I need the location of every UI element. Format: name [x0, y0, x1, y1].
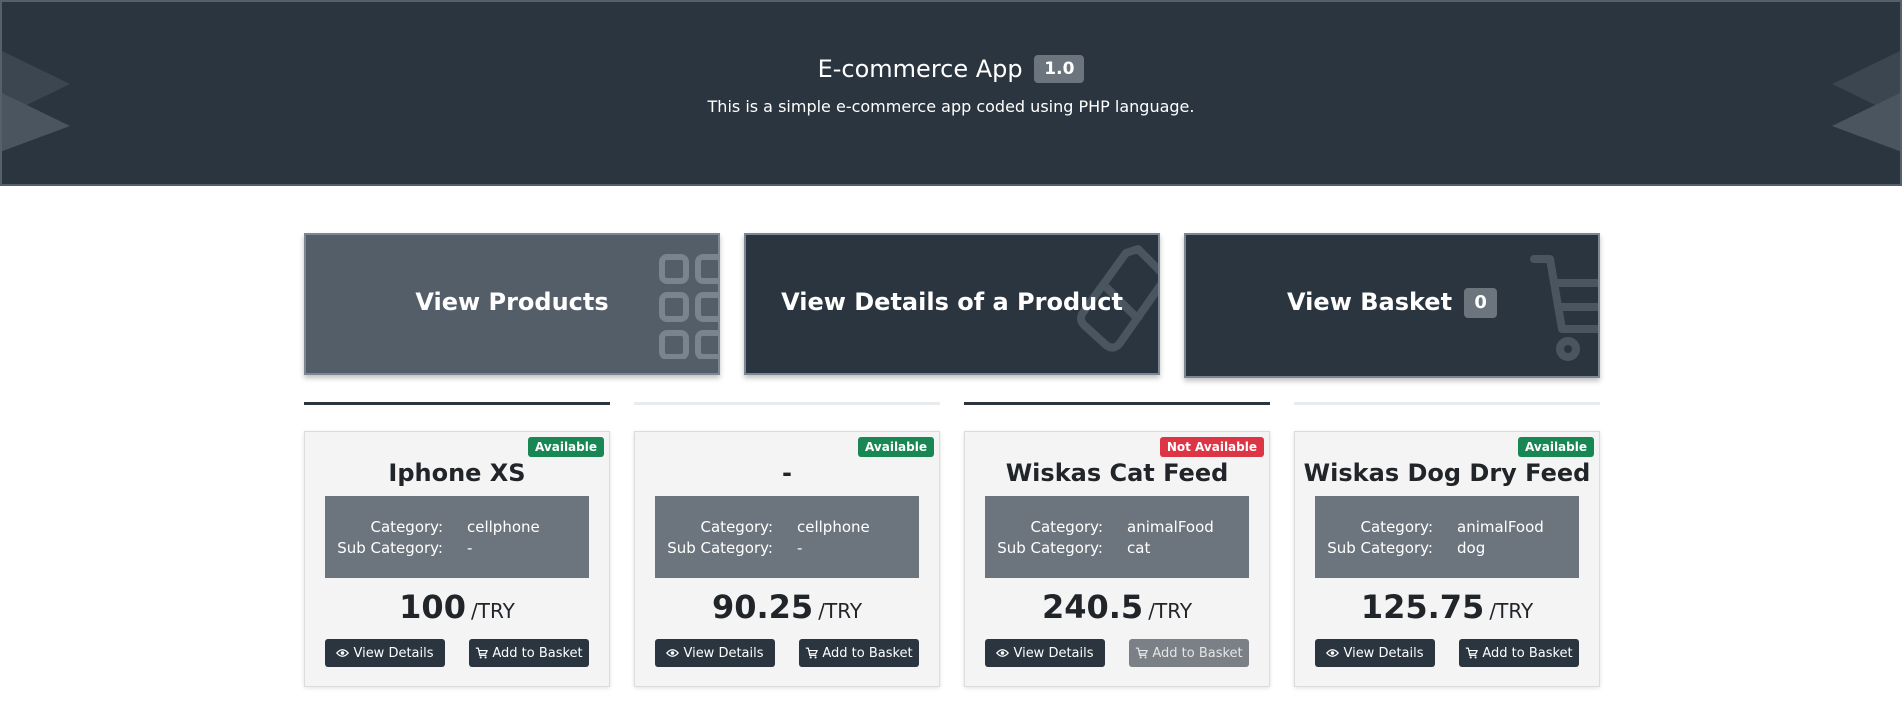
- eye-icon: [336, 649, 350, 657]
- subcategory-key: Sub Category:: [1327, 539, 1433, 557]
- subcategory-value: -: [797, 539, 803, 557]
- cart-icon: [1466, 647, 1479, 659]
- price-currency: /TRY: [818, 599, 863, 623]
- cart-icon: [806, 647, 819, 659]
- product-price: 90.25 /TRY: [635, 588, 939, 626]
- price-currency: /TRY: [1148, 599, 1193, 623]
- product-card: Available Wiskas Dog Dry Feed Category: …: [1294, 431, 1600, 687]
- product-card: Not Available Wiskas Cat Feed Category: …: [964, 431, 1270, 687]
- product-info-box: Category: cellphone Sub Category: -: [655, 496, 919, 578]
- product-price: 100 /TRY: [305, 588, 609, 626]
- product-card: Available Iphone XS Category: cellphone …: [304, 431, 610, 687]
- page-header: E-commerce App 1.0 This is a simple e-co…: [0, 0, 1902, 186]
- subcategory-key: Sub Category:: [997, 539, 1103, 557]
- category-value: animalFood: [1457, 518, 1544, 536]
- subcategory-row: Sub Category: -: [655, 538, 919, 558]
- product-name: -: [782, 459, 792, 487]
- view-details-button[interactable]: View Details: [1315, 639, 1435, 667]
- subcategory-row: Sub Category: dog: [1315, 538, 1579, 558]
- eye-icon: [1326, 649, 1340, 657]
- category-key: Category:: [1360, 518, 1433, 536]
- subcategory-value: -: [467, 539, 473, 557]
- add-to-basket-label: Add to Basket: [822, 645, 913, 661]
- price-currency: /TRY: [1489, 599, 1534, 623]
- product-name: Iphone XS: [388, 459, 526, 487]
- cart-icon: [476, 647, 489, 659]
- subcategory-value: cat: [1127, 539, 1151, 557]
- product-name: Wiskas Cat Feed: [1005, 459, 1229, 487]
- view-details-button[interactable]: View Details: [985, 639, 1105, 667]
- divider: [304, 402, 610, 405]
- view-basket-tile[interactable]: View Basket 0: [1184, 233, 1600, 378]
- product-info-box: Category: animalFood Sub Category: cat: [985, 496, 1249, 578]
- status-badge: Available: [858, 437, 934, 457]
- view-details-label: View Details: [683, 645, 764, 661]
- price-amount: 240.5: [1041, 588, 1144, 626]
- app-title: E-commerce App 1.0: [2, 52, 1900, 86]
- subcategory-row: Sub Category: cat: [985, 538, 1249, 558]
- subcategory-key: Sub Category:: [667, 539, 773, 557]
- cart-icon: [1136, 647, 1149, 659]
- basket-count-badge: 0: [1464, 288, 1497, 318]
- view-details-label: View Details: [1013, 645, 1094, 661]
- app-title-text: E-commerce App: [817, 55, 1023, 83]
- status-badge: Available: [1518, 437, 1594, 457]
- divider: [1294, 402, 1600, 405]
- category-key: Category:: [1030, 518, 1103, 536]
- subcategory-value: dog: [1457, 539, 1486, 557]
- divider: [964, 402, 1270, 405]
- view-products-label: View Products: [415, 288, 609, 316]
- view-details-label: View Details: [353, 645, 434, 661]
- category-row: Category: animalFood: [985, 517, 1249, 537]
- status-badge: Available: [528, 437, 604, 457]
- price-currency: /TRY: [471, 599, 515, 623]
- view-products-tile[interactable]: View Products: [304, 233, 720, 375]
- product-info-box: Category: animalFood Sub Category: dog: [1315, 496, 1579, 578]
- price-amount: 125.75: [1360, 588, 1485, 626]
- version-badge: 1.0: [1034, 55, 1085, 83]
- add-to-basket-button[interactable]: Add to Basket: [469, 639, 589, 667]
- eye-icon: [996, 649, 1010, 657]
- add-to-basket-button[interactable]: Add to Basket: [1459, 639, 1579, 667]
- add-to-basket-button: Add to Basket: [1129, 639, 1249, 667]
- product-price: 125.75 /TRY: [1295, 588, 1599, 626]
- add-to-basket-label: Add to Basket: [1152, 645, 1243, 661]
- price-amount: 100: [399, 588, 466, 626]
- add-to-basket-label: Add to Basket: [492, 645, 583, 661]
- product-info-box: Category: cellphone Sub Category: -: [325, 496, 589, 578]
- subcategory-key: Sub Category:: [337, 539, 443, 557]
- view-details-label: View Details: [1343, 645, 1424, 661]
- app-subtitle: This is a simple e-commerce app coded us…: [707, 97, 1195, 116]
- add-to-basket-label: Add to Basket: [1482, 645, 1573, 661]
- subcategory-row: Sub Category: -: [325, 538, 589, 558]
- view-details-button[interactable]: View Details: [655, 639, 775, 667]
- view-basket-text: View Basket: [1287, 288, 1453, 316]
- category-value: cellphone: [797, 518, 870, 536]
- status-badge: Not Available: [1159, 437, 1264, 457]
- product-card: Available - Category: cellphone Sub Cate…: [634, 431, 940, 687]
- view-details-button[interactable]: View Details: [325, 639, 445, 667]
- view-product-details-tile[interactable]: View Details of a Product: [744, 233, 1160, 375]
- add-to-basket-button[interactable]: Add to Basket: [799, 639, 919, 667]
- category-row: Category: cellphone: [325, 517, 589, 537]
- category-row: Category: animalFood: [1315, 517, 1579, 537]
- price-amount: 90.25: [711, 588, 814, 626]
- category-row: Category: cellphone: [655, 517, 919, 537]
- category-key: Category:: [700, 518, 773, 536]
- category-value: cellphone: [467, 518, 540, 536]
- category-value: animalFood: [1127, 518, 1214, 536]
- divider: [634, 402, 940, 405]
- view-basket-label: View Basket 0: [1186, 285, 1598, 319]
- category-key: Category:: [370, 518, 443, 536]
- product-price: 240.5 /TRY: [965, 588, 1269, 626]
- product-name: Wiskas Dog Dry Feed: [1303, 459, 1591, 487]
- eye-icon: [666, 649, 680, 657]
- view-product-details-label: View Details of a Product: [781, 288, 1123, 316]
